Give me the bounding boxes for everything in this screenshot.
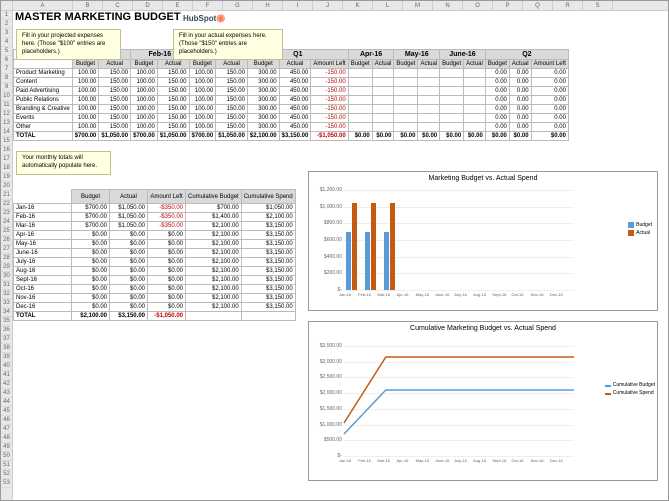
table-row[interactable]: June-16$0.00$0.00$0.00$2,100.00$3,150.00 (14, 249, 296, 258)
summary-table[interactable]: BudgetActualAmount LeftCumulative Budget… (13, 189, 296, 321)
budget-table[interactable]: Jan-16Feb-16Mar-16Q1Apr-16May-16June-16Q… (13, 49, 569, 141)
table-row[interactable]: Jan-16$700.00$1,050.00-$350.00$700.00$1,… (14, 204, 296, 213)
table-row[interactable]: Sept-16$0.00$0.00$0.00$2,100.00$3,150.00 (14, 276, 296, 285)
table-row[interactable]: Apr-16$0.00$0.00$0.00$2,100.00$3,150.00 (14, 231, 296, 240)
table-row[interactable]: July-16$0.00$0.00$0.00$2,100.00$3,150.00 (14, 258, 296, 267)
table-row[interactable]: Content100.00150.00100.00150.00100.00150… (14, 78, 569, 87)
chart-title: Cumulative Marketing Budget vs. Actual S… (309, 322, 657, 335)
table-row[interactable]: Nov-16$0.00$0.00$0.00$2,100.00$3,150.00 (14, 294, 296, 303)
callout-totals: Your monthly totals will automatically p… (16, 151, 111, 175)
callout-actual: Fill in your actual expenses here. (Thos… (173, 29, 283, 60)
table-row[interactable]: Other100.00150.00100.00150.00100.00150.0… (14, 123, 569, 132)
table-row[interactable]: May-16$0.00$0.00$0.00$2,100.00$3,150.00 (14, 240, 296, 249)
table-row[interactable]: Paid Advertising100.00150.00100.00150.00… (14, 87, 569, 96)
table-row[interactable]: Public Relations100.00150.00100.00150.00… (14, 96, 569, 105)
line-chart: Cumulative Marketing Budget vs. Actual S… (308, 321, 658, 481)
page-title: MASTER MARKETING BUDGET (15, 11, 181, 23)
sprocket-icon: ◉ (216, 13, 225, 24)
hubspot-logo: HubSpot◉ (183, 13, 225, 24)
table-row[interactable]: Aug-16$0.00$0.00$0.00$2,100.00$3,150.00 (14, 267, 296, 276)
spreadsheet-area[interactable]: MASTER MARKETING BUDGET HubSpot◉ Fill in… (13, 11, 668, 500)
table-row[interactable]: Dec-16$0.00$0.00$0.00$2,100.00$3,150.00 (14, 303, 296, 312)
column-headers: ABCDEFGHIJKLMNOPQRS (1, 1, 668, 11)
chart-title: Marketing Budget vs. Actual Spend (309, 172, 657, 185)
table-row[interactable]: Branding & Creative100.00150.00100.00150… (14, 105, 569, 114)
table-row[interactable]: Product Marketing100.00150.00100.00150.0… (14, 69, 569, 78)
table-row[interactable]: Mar-16$700.00$1,050.00-$350.00$2,100.00$… (14, 222, 296, 231)
row-numbers: 1234567891011121314151617181920212223242… (1, 11, 13, 500)
table-row[interactable]: Events100.00150.00100.00150.00100.00150.… (14, 114, 569, 123)
total-row: TOTAL$700.00$1,050.00$700.00$1,050.00$70… (14, 132, 569, 141)
table-row[interactable]: Oct-16$0.00$0.00$0.00$2,100.00$3,150.00 (14, 285, 296, 294)
table-row[interactable]: Feb-16$700.00$1,050.00-$350.00$1,400.00$… (14, 213, 296, 222)
total-row: TOTAL$2,100.00$3,150.00-$1,050.00 (14, 312, 296, 321)
bar-chart: Marketing Budget vs. Actual Spend$-$200.… (308, 171, 658, 311)
callout-projected: Fill in your projected expenses here. (T… (16, 29, 121, 60)
